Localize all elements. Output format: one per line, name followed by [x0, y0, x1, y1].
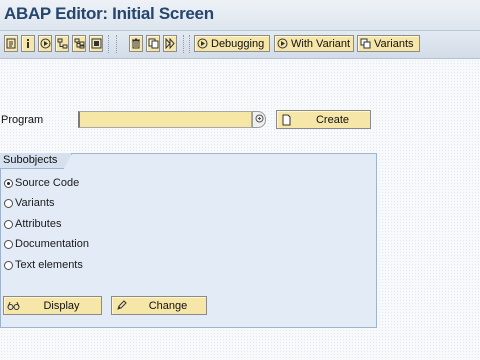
radio-label: Variants [15, 197, 55, 209]
change-label: Change [148, 299, 188, 312]
create-icon [277, 114, 295, 126]
debugging-icon [197, 38, 208, 49]
debugging-label: Debugging [211, 37, 265, 50]
page-title: ABAP Editor: Initial Screen [4, 4, 214, 23]
variants-icon [360, 38, 371, 49]
with-variant-icon [277, 38, 288, 49]
program-label: Program [1, 114, 44, 126]
execute-icon[interactable] [163, 35, 177, 52]
toolbar-separator [108, 35, 110, 53]
create-label: Create [315, 113, 350, 126]
variants-button[interactable]: Variants [357, 35, 420, 52]
toolbar-separator [183, 35, 185, 53]
subobjects-title: Subobjects [0, 153, 73, 169]
radio-label: Source Code [15, 177, 80, 189]
delete-icon[interactable] [129, 35, 143, 52]
radio-button[interactable] [4, 219, 13, 229]
radio-variants[interactable]: Variants [4, 197, 55, 209]
toolbar-separator [116, 35, 118, 53]
display-label: Display [43, 299, 80, 312]
with-variant-button[interactable]: With Variant [274, 35, 354, 52]
value-help-icon [255, 114, 264, 126]
radio-label: Attributes [15, 218, 62, 230]
variants-label: Variants [374, 37, 414, 50]
toolbar-separator [189, 35, 191, 53]
radio-button[interactable] [4, 239, 13, 249]
radio-label: Documentation [15, 238, 89, 250]
glasses-icon [4, 301, 22, 311]
pencil-icon [112, 300, 130, 311]
activate-icon[interactable] [4, 35, 18, 52]
with-variant-label: With Variant [291, 37, 351, 50]
where-used-icon[interactable] [72, 35, 86, 52]
copy-icon[interactable] [146, 35, 160, 52]
radio-attributes[interactable]: Attributes [4, 218, 61, 230]
radio-button[interactable] [4, 260, 13, 270]
info-icon[interactable] [21, 35, 35, 52]
change-button[interactable]: Change [111, 296, 207, 315]
display-button[interactable]: Display [3, 296, 102, 315]
radio-label: Text elements [15, 259, 83, 271]
title-bar: ABAP Editor: Initial Screen [0, 0, 480, 31]
display-object-list-icon[interactable] [89, 35, 103, 52]
radio-documentation[interactable]: Documentation [4, 238, 89, 250]
application-toolbar: Debugging With Variant Variants [0, 31, 480, 59]
radio-text-elements[interactable]: Text elements [4, 259, 83, 271]
debugging-button[interactable]: Debugging [194, 35, 270, 52]
hierarchy-icon[interactable] [55, 35, 69, 52]
radio-button[interactable] [4, 198, 13, 208]
radio-button-checked[interactable] [4, 178, 13, 188]
create-button[interactable]: Create [276, 110, 371, 129]
test-icon[interactable] [38, 35, 52, 52]
radio-source-code[interactable]: Source Code [4, 177, 79, 189]
program-input[interactable] [78, 111, 252, 128]
